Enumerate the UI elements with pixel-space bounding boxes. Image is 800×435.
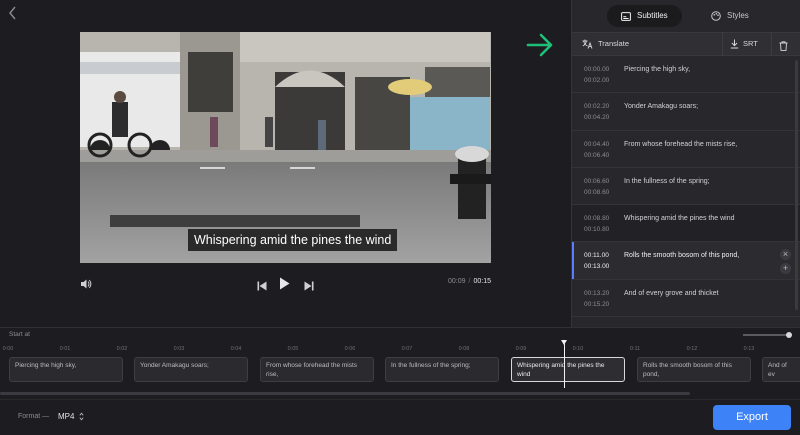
subtitle-text[interactable]: And of every grove and thicket (624, 289, 769, 299)
subtitle-row[interactable]: 00:02.20 00:04.20 Yonder Amakagu soars; (572, 93, 800, 131)
zoom-slider-handle[interactable] (786, 332, 792, 338)
skip-forward-icon[interactable] (304, 278, 314, 296)
current-time: 00:09 (447, 278, 466, 285)
subtitle-end-time[interactable]: 00:02.00 (584, 77, 609, 84)
ruler-tick: 0:06 (344, 346, 356, 352)
subtitle-row[interactable]: 00:04.40 00:06.40 From whose forehead th… (572, 131, 800, 168)
playback-controls: 00:09/00:15 (80, 275, 491, 293)
srt-label: SRT (743, 39, 758, 48)
tab-subtitles-label: Subtitles (637, 11, 668, 20)
subtitle-end-time[interactable]: 00:10.80 (584, 226, 609, 233)
time-display: 00:09/00:15 (447, 278, 491, 285)
ruler-tick: 0:11 (629, 346, 641, 352)
subtitle-start-time[interactable]: 00:13.20 (584, 290, 609, 297)
toolbar-divider (771, 33, 772, 55)
arrow-right-icon (526, 33, 554, 62)
add-subtitle-icon[interactable]: + (780, 263, 791, 275)
timeline-clip[interactable]: From whose forehead the mists rise, (260, 357, 374, 382)
subtitle-row-current[interactable]: 00:08.80 00:10.80 Whispering amid the pi… (572, 205, 800, 243)
video-preview-area: Whispering amid the pines the wind 00:09… (0, 0, 571, 327)
panel-tabs: Subtitles Styles (572, 0, 800, 32)
remove-subtitle-icon[interactable]: × (780, 249, 791, 261)
subtitle-start-time[interactable]: 00:06.60 (584, 178, 609, 185)
duration: 00:15 (473, 278, 491, 285)
subtitle-list-scrollbar[interactable] (795, 60, 798, 310)
subtitle-text[interactable]: Piercing the high sky, (624, 65, 769, 75)
subtitle-row[interactable]: 00:00.00 00:02.00 Piercing the high sky, (572, 56, 800, 94)
timeline-playhead[interactable] (561, 340, 567, 388)
download-icon (730, 39, 739, 49)
subtitle-row-selected[interactable]: 00:11.00 00:13.00 Rolls the smooth bosom… (572, 242, 800, 280)
volume-icon[interactable] (80, 277, 92, 295)
ruler-tick: 0:13 (743, 346, 755, 352)
video-caption: Whispering amid the pines the wind (188, 229, 398, 251)
timeline-clip[interactable]: Piercing the high sky, (9, 357, 123, 382)
subtitle-row[interactable]: 00:06.60 00:08.60 In the fullness of the… (572, 168, 800, 206)
subtitles-icon (621, 11, 631, 21)
trash-icon[interactable] (779, 38, 788, 56)
subtitle-end-time[interactable]: 00:15.20 (584, 301, 609, 308)
subtitle-text[interactable]: Rolls the smooth bosom of this pond, (624, 251, 769, 261)
subtitle-row[interactable]: 00:13.20 00:15.20 And of every grove and… (572, 280, 800, 318)
ruler-tick: 0:09 (515, 346, 527, 352)
subtitle-end-time[interactable]: 00:06.40 (584, 152, 609, 159)
timeline-ruler: 0:00 0:01 0:02 0:03 0:04 0:05 0:06 0:07 … (0, 342, 800, 354)
timeline-clip[interactable]: Rolls the smooth bosom of this pond, (637, 357, 751, 382)
skip-back-icon[interactable] (257, 278, 267, 296)
tab-styles-label: Styles (727, 11, 749, 20)
tab-subtitles[interactable]: Subtitles (607, 5, 682, 27)
timeline-clip[interactable]: In the fullness of the spring; (385, 357, 499, 382)
back-chevron-icon[interactable] (8, 6, 22, 22)
subtitle-start-time[interactable]: 00:04.40 (584, 141, 609, 148)
ruler-tick: 0:01 (59, 346, 71, 352)
palette-icon (711, 11, 721, 21)
subtitle-list: 00:00.00 00:02.00 Piercing the high sky,… (572, 56, 800, 327)
subtitle-text[interactable]: In the fullness of the spring; (624, 177, 769, 187)
play-icon[interactable] (279, 277, 290, 295)
subtitle-toolbar: Translate SRT (572, 32, 800, 56)
subtitle-start-time[interactable]: 00:02.20 (584, 103, 609, 110)
ruler-tick: 0:10 (572, 346, 584, 352)
subtitle-text[interactable]: Yonder Amakagu soars; (624, 102, 769, 112)
translate-button[interactable]: Translate (582, 33, 629, 55)
ruler-tick: 0:08 (458, 346, 470, 352)
tab-styles[interactable]: Styles (697, 5, 763, 27)
ruler-tick: 0:03 (173, 346, 185, 352)
chevron-updown-icon (79, 412, 85, 421)
timeline-clip-active[interactable]: Whispering amid the pines the wind (511, 357, 625, 382)
subtitles-panel: Subtitles Styles Translate SRT 00:00.00 … (571, 0, 800, 327)
export-footer: Format — MP4 Export (0, 399, 800, 435)
export-button[interactable]: Export (713, 405, 791, 430)
timeline: Start at 0:00 0:01 0:02 0:03 0:04 0:05 0… (0, 327, 800, 399)
format-value: MP4 (58, 412, 75, 421)
subtitle-end-time[interactable]: 00:13.00 (584, 263, 609, 270)
ruler-tick: 0:05 (287, 346, 299, 352)
ruler-tick: 0:00 (2, 346, 14, 352)
timeline-clip[interactable]: And of ev (762, 357, 800, 382)
ruler-tick: 0:07 (401, 346, 413, 352)
subtitle-start-time[interactable]: 00:00.00 (584, 66, 609, 73)
ruler-tick: 0:12 (686, 346, 698, 352)
subtitle-end-time[interactable]: 00:04.20 (584, 114, 609, 121)
subtitle-text[interactable]: Whispering amid the pines the wind (624, 214, 769, 224)
toolbar-divider (722, 33, 723, 55)
timeline-scrollbar[interactable] (0, 392, 690, 395)
format-label: Format — (18, 413, 50, 420)
subtitle-start-time[interactable]: 00:08.80 (584, 215, 609, 222)
translate-icon (582, 39, 593, 49)
subtitle-end-time[interactable]: 00:08.60 (584, 189, 609, 196)
format-select[interactable]: MP4 (58, 412, 85, 421)
translate-label: Translate (598, 39, 629, 48)
ruler-tick: 0:04 (230, 346, 242, 352)
timeline-clip[interactable]: Yonder Amakagu soars; (134, 357, 248, 382)
zoom-slider-track[interactable] (743, 334, 789, 336)
subtitle-start-time[interactable]: 00:11.00 (584, 252, 609, 259)
subtitle-text[interactable]: From whose forehead the mists rise, (624, 140, 769, 150)
download-srt-button[interactable]: SRT (730, 33, 758, 55)
start-at-label: Start at (9, 331, 30, 338)
ruler-tick: 0:02 (116, 346, 128, 352)
